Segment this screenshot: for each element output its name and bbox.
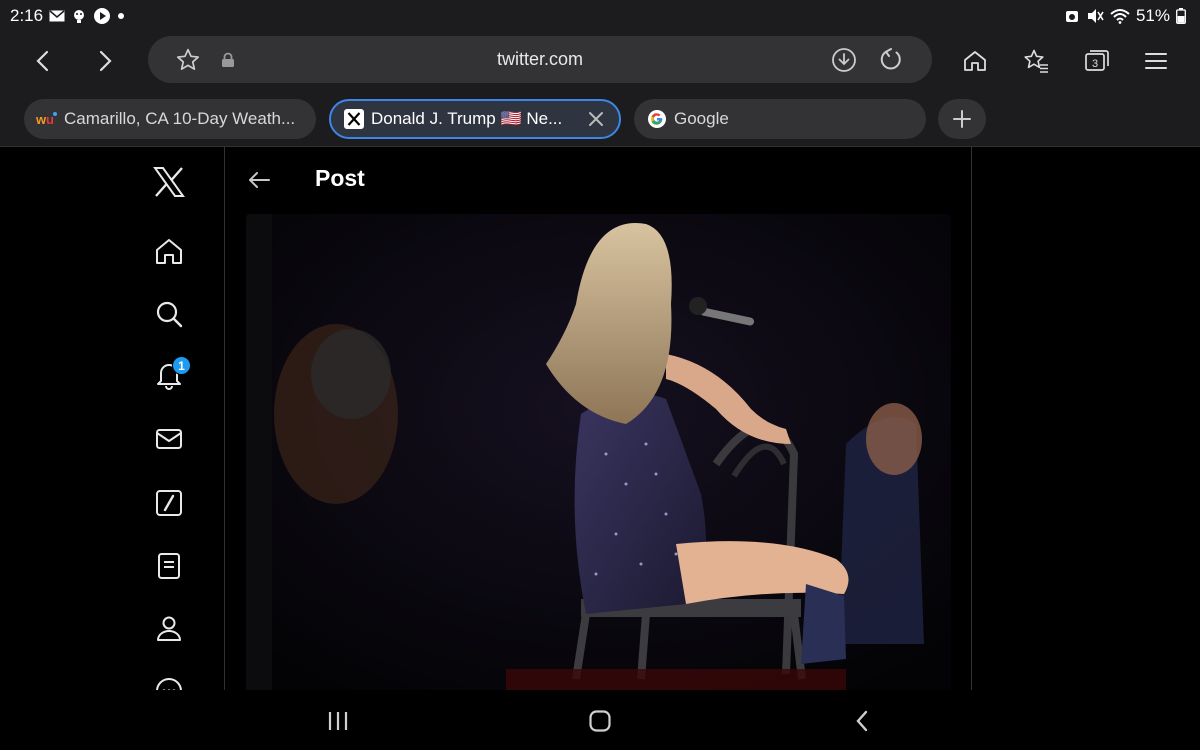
tab-strip: wu Camarillo, CA 10-Day Weath... Donald … <box>0 90 1200 146</box>
tab-weather[interactable]: wu Camarillo, CA 10-Day Weath... <box>24 99 316 139</box>
notification-badge: 1 <box>172 356 191 375</box>
post-header: Post <box>226 147 972 213</box>
sidebar-item-grok[interactable] <box>147 481 191 525</box>
bookmarks-button[interactable] <box>1019 44 1053 78</box>
tab-title: Donald J. Trump 🇺🇸 Ne... <box>371 109 563 128</box>
status-bar: 2:16 51% <box>0 0 1200 32</box>
mail-icon <box>49 10 65 22</box>
plus-icon <box>953 110 971 128</box>
download-icon[interactable] <box>830 46 858 74</box>
chevron-right-icon <box>99 50 112 72</box>
hamburger-menu-icon <box>1145 53 1167 69</box>
sidebar-item-profile[interactable] <box>147 606 191 650</box>
chevron-left-icon <box>856 710 868 732</box>
post-video[interactable] <box>246 214 951 690</box>
status-time: 2:16 <box>10 6 44 25</box>
alarm-icon <box>1064 8 1080 24</box>
assistant-icon <box>71 8 87 24</box>
tab-title: Camarillo, CA 10-Day Weath... <box>64 109 296 128</box>
home-button[interactable] <box>958 44 992 78</box>
sidebar-item-lists[interactable] <box>147 544 191 588</box>
battery-icon <box>1176 8 1186 24</box>
page-title: Post <box>315 165 365 191</box>
post-back-button[interactable] <box>242 163 276 197</box>
wu-icon: wu <box>36 108 58 130</box>
mail-icon <box>156 429 182 449</box>
close-tab-button[interactable] <box>585 108 607 130</box>
google-icon <box>646 108 668 130</box>
wifi-icon <box>1110 8 1130 24</box>
reload-icon[interactable] <box>877 46 905 74</box>
home-icon <box>156 239 182 264</box>
home-icon <box>964 51 986 71</box>
tab-count: 3 <box>1092 58 1098 70</box>
search-icon <box>156 301 183 328</box>
video-frame-image <box>246 214 951 690</box>
tabs-icon: 3 <box>1085 50 1109 71</box>
x-logo-icon <box>153 167 185 197</box>
list-icon <box>158 553 180 579</box>
arrow-left-icon <box>249 172 270 188</box>
mute-icon <box>1086 8 1104 24</box>
home-square-icon <box>589 710 611 732</box>
recent-apps-button[interactable] <box>321 704 355 738</box>
home-nav-button[interactable] <box>583 704 617 738</box>
chevron-left-icon <box>36 50 49 72</box>
recent-apps-icon <box>328 712 348 730</box>
grok-icon <box>156 490 182 516</box>
android-nav-bar <box>0 690 1200 750</box>
bookmarks-icon <box>1024 49 1048 73</box>
svg-text:u: u <box>46 112 54 127</box>
new-tab-button[interactable] <box>938 99 986 139</box>
sidebar-item-more[interactable] <box>147 669 191 690</box>
person-icon <box>157 616 181 641</box>
system-back-button[interactable] <box>845 704 879 738</box>
x-logo-icon <box>343 108 365 130</box>
tab-manager-button[interactable]: 3 <box>1079 44 1113 78</box>
battery-percent: 51% <box>1135 6 1170 25</box>
sidebar-item-notifications[interactable]: 1 <box>147 353 191 397</box>
browser-toolbar: twitter.com 3 <box>0 32 1200 90</box>
web-page: 1 Post <box>0 146 1200 690</box>
menu-button[interactable] <box>1139 44 1173 78</box>
tab-twitter[interactable]: Donald J. Trump 🇺🇸 Ne... <box>329 99 621 139</box>
close-icon <box>589 112 603 126</box>
play-icon <box>93 7 111 25</box>
url-bar[interactable]: twitter.com <box>148 36 932 83</box>
url-text: twitter.com <box>496 49 584 69</box>
sidebar-item-explore[interactable] <box>147 292 191 336</box>
tab-title: Google <box>674 109 729 128</box>
tab-google[interactable]: Google <box>634 99 926 139</box>
post-column: Post <box>226 147 972 690</box>
forward-button[interactable] <box>88 44 122 78</box>
x-sidebar: 1 <box>0 147 225 690</box>
sidebar-item-messages[interactable] <box>147 417 191 461</box>
sidebar-item-home[interactable] <box>147 229 191 273</box>
back-button[interactable] <box>26 44 60 78</box>
dot-icon <box>117 12 125 20</box>
x-logo-link[interactable] <box>147 160 191 204</box>
more-circle-icon <box>156 678 182 690</box>
